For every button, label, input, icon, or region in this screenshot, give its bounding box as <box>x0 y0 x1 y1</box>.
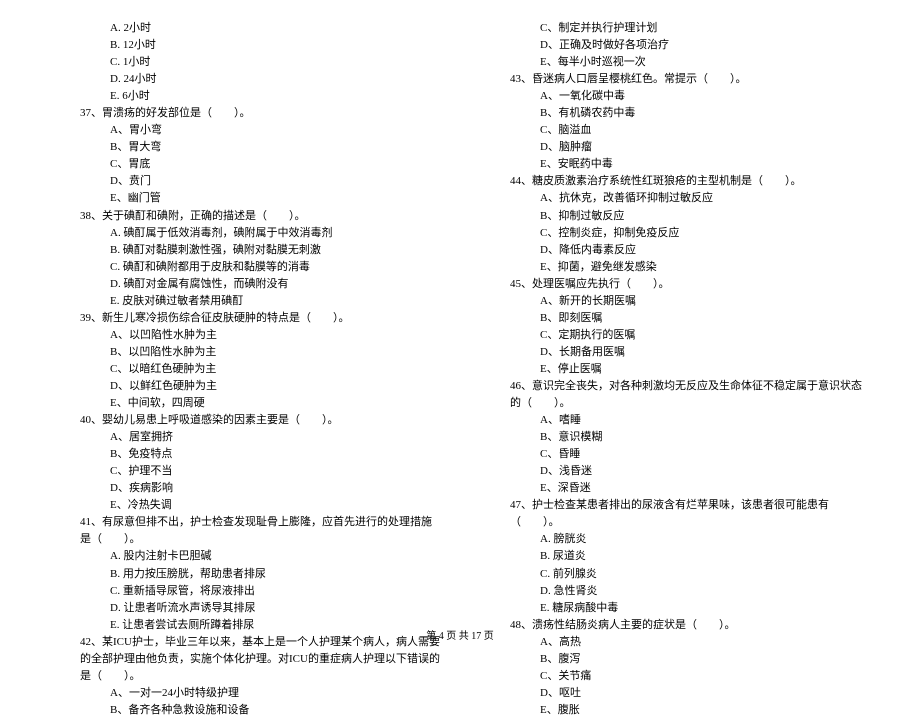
q48-opt-b: B、腹泻 <box>480 651 870 668</box>
q37-opt-a: A、胃小弯 <box>50 122 440 139</box>
q47: 47、护士检查某患者排出的尿液含有烂苹果味，该患者很可能患有（ ）。 <box>480 497 870 531</box>
q38-opt-a: A. 碘酊属于低效消毒剂，碘附属于中效消毒剂 <box>50 225 440 242</box>
q39-opt-a: A、以凹陷性水肿为主 <box>50 327 440 344</box>
q40-opt-a: A、居室拥挤 <box>50 429 440 446</box>
q38-opt-b: B. 碘酊对黏膜刺激性强，碘附对黏膜无刺激 <box>50 242 440 259</box>
q45-opt-e: E、停止医嘱 <box>480 361 870 378</box>
q46-opt-a: A、嗜睡 <box>480 412 870 429</box>
q36-opt-c: C. 1小时 <box>50 54 440 71</box>
q36-opt-d: D. 24小时 <box>50 71 440 88</box>
q41-opt-a: A. 股内注射卡巴胆碱 <box>50 548 440 565</box>
q36-opt-e: E. 6小时 <box>50 88 440 105</box>
q42-opt-a: A、一对一24小时特级护理 <box>50 685 440 702</box>
q44-opt-c: C、控制炎症，抑制免疫反应 <box>480 225 870 242</box>
q46-opt-b: B、意识模糊 <box>480 429 870 446</box>
q44-opt-d: D、降低内毒素反应 <box>480 242 870 259</box>
q39-opt-b: B、以凹陷性水肿为主 <box>50 344 440 361</box>
q36-opt-b: B. 12小时 <box>50 37 440 54</box>
q44-opt-b: B、抑制过敏反应 <box>480 208 870 225</box>
q47-opt-d: D. 急性肾炎 <box>480 583 870 600</box>
q39-opt-c: C、以暗红色硬肿为主 <box>50 361 440 378</box>
q38: 38、关于碘酊和碘附，正确的描述是（ ）。 <box>50 208 440 225</box>
q41-opt-d: D. 让患者听流水声诱导其排尿 <box>50 600 440 617</box>
q40-opt-d: D、疾病影响 <box>50 480 440 497</box>
q45-opt-d: D、长期备用医嘱 <box>480 344 870 361</box>
q40-opt-c: C、护理不当 <box>50 463 440 480</box>
q44-opt-e: E、抑菌，避免继发感染 <box>480 259 870 276</box>
page-footer: 第 4 页 共 17 页 <box>0 627 920 642</box>
q45: 45、处理医嘱应先执行（ ）。 <box>480 276 870 293</box>
q47-opt-b: B. 尿道炎 <box>480 548 870 565</box>
q43-opt-b: B、有机磷农药中毒 <box>480 105 870 122</box>
q39-opt-e: E、中间软，四周硬 <box>50 395 440 412</box>
q43-opt-d: D、脑肿瘤 <box>480 139 870 156</box>
q43-opt-e: E、安眠药中毒 <box>480 156 870 173</box>
q46-opt-e: E、深昏迷 <box>480 480 870 497</box>
q48-opt-e: E、腹胀 <box>480 702 870 719</box>
q41-opt-c: C. 重新插导尿管，将尿液排出 <box>50 583 440 600</box>
q39: 39、新生儿寒冷损伤综合征皮肤硬肿的特点是（ ）。 <box>50 310 440 327</box>
right-column: C、制定并执行护理计划 D、正确及时做好各项治疗 E、每半小时巡视一次 43、昏… <box>480 20 870 610</box>
q41-opt-b: B. 用力按压膀胱，帮助患者排尿 <box>50 566 440 583</box>
q36-opt-a: A. 2小时 <box>50 20 440 37</box>
q43: 43、昏迷病人口唇呈樱桃红色。常提示（ ）。 <box>480 71 870 88</box>
q37-opt-e: E、幽门管 <box>50 190 440 207</box>
q39-opt-d: D、以鲜红色硬肿为主 <box>50 378 440 395</box>
q42-opt-e: E、每半小时巡视一次 <box>480 54 870 71</box>
q40: 40、婴幼儿易患上呼吸道感染的因素主要是（ ）。 <box>50 412 440 429</box>
q37-opt-c: C、胃底 <box>50 156 440 173</box>
q45-opt-b: B、即刻医嘱 <box>480 310 870 327</box>
q40-opt-b: B、免疫特点 <box>50 446 440 463</box>
q38-opt-d: D. 碘酊对金属有腐蚀性，而碘附没有 <box>50 276 440 293</box>
q47-opt-a: A. 膀胱炎 <box>480 531 870 548</box>
q37-opt-b: B、胃大弯 <box>50 139 440 156</box>
q47-opt-e: E. 糖尿病酸中毒 <box>480 600 870 617</box>
q40-opt-e: E、冷热失调 <box>50 497 440 514</box>
q44-opt-a: A、抗休克，改善循环抑制过敏反应 <box>480 190 870 207</box>
q43-opt-c: C、脑溢血 <box>480 122 870 139</box>
q42-opt-b: B、备齐各种急救设施和设备 <box>50 702 440 719</box>
q45-opt-a: A、新开的长期医嘱 <box>480 293 870 310</box>
q48-opt-d: D、呕吐 <box>480 685 870 702</box>
q48-opt-c: C、关节痛 <box>480 668 870 685</box>
q38-opt-c: C. 碘酊和碘附都用于皮肤和黏膜等的消毒 <box>50 259 440 276</box>
q37: 37、胃溃疡的好发部位是（ ）。 <box>50 105 440 122</box>
q43-opt-a: A、一氧化碳中毒 <box>480 88 870 105</box>
q46: 46、意识完全丧失，对各种刺激均无反应及生命体征不稳定属于意识状态的（ ）。 <box>480 378 870 412</box>
q46-opt-d: D、浅昏迷 <box>480 463 870 480</box>
q42-opt-c: C、制定并执行护理计划 <box>480 20 870 37</box>
q44: 44、糖皮质激素治疗系统性红斑狼疮的主型机制是（ ）。 <box>480 173 870 190</box>
q37-opt-d: D、贲门 <box>50 173 440 190</box>
q46-opt-c: C、昏睡 <box>480 446 870 463</box>
q41: 41、有尿意但排不出，护士检查发现耻骨上膨隆，应首先进行的处理措施是（ ）。 <box>50 514 440 548</box>
q45-opt-c: C、定期执行的医嘱 <box>480 327 870 344</box>
left-column: A. 2小时 B. 12小时 C. 1小时 D. 24小时 E. 6小时 37、… <box>50 20 440 610</box>
q47-opt-c: C. 前列腺炎 <box>480 566 870 583</box>
q42-opt-d: D、正确及时做好各项治疗 <box>480 37 870 54</box>
q38-opt-e: E. 皮肤对碘过敏者禁用碘酊 <box>50 293 440 310</box>
